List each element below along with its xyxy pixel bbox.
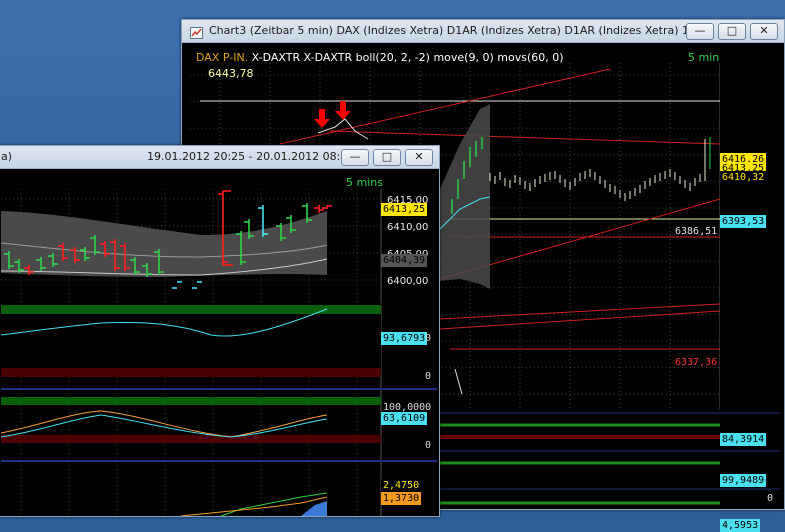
down-arrow-icon — [335, 101, 351, 120]
timeframe-label-front: 5 mins — [346, 176, 383, 189]
legend-indicators: boll(20, 2, -2) move(9, 0) movs(60, 0) — [355, 51, 564, 64]
bid-tag: 6393,53 — [720, 215, 767, 228]
minimize-button-front[interactable]: — — [341, 149, 369, 166]
panel3-histogram — [301, 501, 327, 516]
maximize-icon: □ — [381, 150, 393, 163]
minimize-button[interactable]: — — [686, 23, 714, 40]
minimize-icon: — — [349, 150, 361, 163]
window-title: Chart3 (Zeitbar 5 min) DAX (Indizes Xetr… — [209, 24, 707, 37]
chart-window-front[interactable]: a) 19.01.2012 20:25 - 20.01.2012 08:35 —… — [0, 145, 440, 517]
panel1-green — [1, 305, 381, 314]
front-panel3-value: 2,4750 — [381, 479, 422, 492]
legend-instrument: DAX P-IN. — [196, 51, 249, 64]
panel1-red — [1, 368, 381, 377]
trend-line-mid — [329, 130, 721, 145]
minimize-icon: — — [694, 24, 706, 37]
front-panel2-value2: 63,6109 — [381, 412, 428, 425]
front-panel1-axis-bottom: 0 — [425, 371, 432, 382]
date-range: 19.01.2012 20:25 - 20.01.2012 08:35 — [147, 150, 355, 163]
panel-value-1: 84,3914 — [720, 433, 767, 446]
title-bar-front[interactable]: a) 19.01.2012 20:25 - 20.01.2012 08:35 —… — [0, 146, 439, 169]
close-button[interactable]: ✕ — [750, 23, 778, 40]
front-last-price-tag: 6413,25 — [381, 203, 428, 216]
close-icon: ✕ — [414, 150, 424, 163]
bollinger-band — [440, 104, 490, 289]
legend-symbols: X-DAXTR X-DAXTR — [251, 51, 353, 64]
chart-app-icon — [190, 24, 203, 39]
indicator-tail — [454, 368, 463, 395]
panel-value-2: 99,9489 — [720, 474, 767, 487]
trend-line-bottom-2 — [439, 310, 721, 330]
panel-value-3: 4,5953 — [720, 519, 761, 532]
maximize-button[interactable]: □ — [718, 23, 746, 40]
title-bar[interactable]: Chart3 (Zeitbar 5 min) DAX (Indizes Xetr… — [182, 20, 784, 43]
panel2-green — [1, 397, 381, 405]
high-label: 6443,78 — [208, 67, 254, 80]
down-arrow-icon — [314, 109, 330, 128]
front-panel2-axis-bottom: 0 — [425, 440, 432, 451]
front-panel1-axis-top: 0 — [425, 333, 432, 344]
chart-legend: DAX P-IN. X-DAXTR X-DAXTR boll(20, 2, -2… — [196, 51, 564, 64]
front-mid-price-tag: 6404,39 — [381, 254, 428, 267]
front-panel3-value2: 1,3730 — [381, 492, 422, 505]
price3-tag: 6410,32 — [720, 171, 767, 184]
level-b-label: 6337,36 — [675, 357, 718, 368]
front-panel1-value: 93,6793 — [381, 332, 428, 345]
window-title-front: a) — [1, 150, 13, 163]
panel2-line-a — [0, 410, 328, 438]
trend-line-bottom — [439, 303, 721, 320]
maximize-button-front[interactable]: □ — [373, 149, 401, 166]
price-axis — [720, 49, 780, 409]
panel2-red — [1, 435, 381, 443]
close-icon: ✕ — [759, 24, 769, 37]
panel-axis-zero: 0 — [767, 493, 774, 504]
maximize-icon: □ — [726, 24, 738, 37]
price-chart-front-svg: 6415,006410,006405,006400,00 — [0, 189, 437, 517]
level-a-label: 6386,51 — [675, 226, 718, 237]
trend-line-upper — [279, 68, 611, 145]
close-button-front[interactable]: ✕ — [405, 149, 433, 166]
price-chart-front[interactable]: 6415,006410,006405,006400,00 5 mins 6413… — [0, 175, 437, 517]
